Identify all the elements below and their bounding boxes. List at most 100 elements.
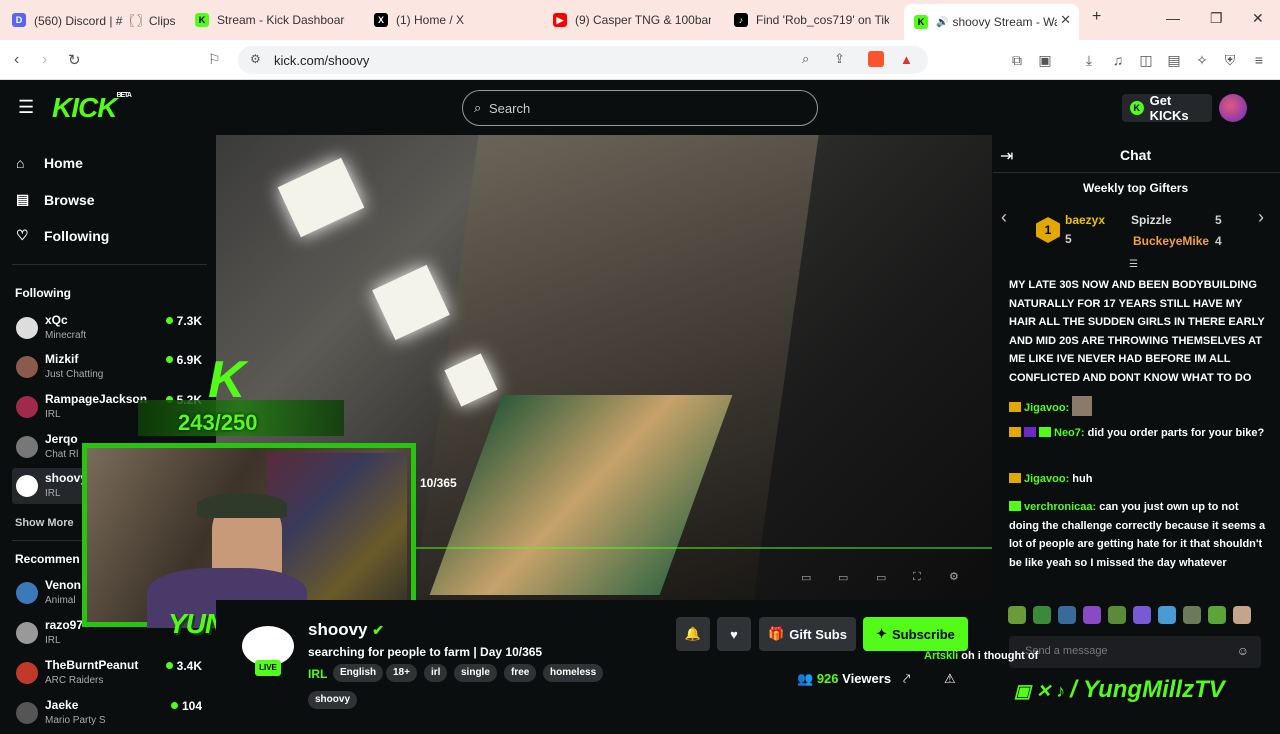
zoom-icon[interactable]: ⌕	[802, 51, 809, 67]
site-info-icon[interactable]: ⚙	[250, 52, 261, 66]
logo-text: KICK	[52, 92, 117, 123]
overlay-text: oh i thought of	[958, 650, 1039, 662]
emote-icon	[1072, 396, 1093, 416]
emote-icon[interactable]	[1033, 606, 1051, 624]
emote-icon[interactable]	[1183, 606, 1201, 624]
brave-shield-icon[interactable]	[868, 51, 884, 67]
emote-icon[interactable]	[1133, 606, 1151, 624]
tab-title: (9) Casper TNG & 100bands	[575, 13, 711, 27]
tag-english[interactable]: English	[333, 664, 384, 682]
url-text[interactable]: kick.com/shoovy	[274, 53, 369, 68]
extensions-icon[interactable]: ⧉	[1009, 52, 1025, 68]
settings-icon[interactable]: ⚙	[949, 570, 959, 583]
get-kicks-label: Get KICKs	[1149, 93, 1189, 123]
bookmark-icon[interactable]: ⚐	[208, 51, 221, 68]
sidebar-channel-theburntpeanut[interactable]: TheBurntPeanut ARC Raiders 3.4K	[16, 658, 206, 694]
follow-button[interactable]: ♥	[717, 617, 751, 651]
tab-manager-icon[interactable]: ▣	[1037, 52, 1053, 68]
sidebar-channel-mizkif[interactable]: Mizkif Just Chatting 6.9K	[16, 352, 206, 388]
wallet-icon[interactable]: ▤	[1166, 52, 1182, 68]
download-icon[interactable]: ⤓	[1081, 52, 1097, 68]
report-icon[interactable]: ⚠	[944, 671, 956, 687]
tag-free[interactable]: free	[504, 664, 537, 682]
nav-browse[interactable]: ▤ Browse	[16, 191, 95, 208]
emote-icon[interactable]	[1008, 606, 1026, 624]
theater-icon[interactable]: ▭	[876, 571, 886, 584]
sidebar-channel-jaeke[interactable]: Jaeke Mario Party S 104	[16, 698, 206, 734]
tab-discord[interactable]: D (560) Discord | #〖 〗Clips	[12, 6, 177, 34]
gifter-name[interactable]: BuckeyeMike	[1133, 234, 1209, 248]
address-bar[interactable]: ⚙ kick.com/shoovy ⌕ ⇪ ▲	[238, 46, 928, 74]
tag-shoovy[interactable]: shoovy	[308, 691, 358, 709]
nav-home[interactable]: ⌂ Home	[16, 155, 83, 171]
close-tab-icon[interactable]: ✕	[1060, 12, 1071, 28]
sidebar-toggle-icon[interactable]: ◫	[1138, 52, 1154, 68]
avatar	[16, 317, 38, 339]
tag-irl[interactable]: irl	[424, 664, 448, 682]
tag-18plus[interactable]: 18+	[386, 664, 417, 682]
back-icon[interactable]: ‹	[14, 51, 19, 69]
user-avatar[interactable]	[1219, 94, 1247, 122]
search-input[interactable]: ⌕ Search	[462, 90, 818, 126]
emote-icon[interactable]	[1108, 606, 1126, 624]
forward-icon[interactable]: ›	[42, 51, 47, 69]
fullscreen-icon[interactable]: ⛶	[913, 571, 921, 584]
gift-subs-button[interactable]: 🎁 Gift Subs	[759, 617, 856, 651]
pip-icon[interactable]: ▭	[801, 571, 811, 584]
menu-icon[interactable]: ≡	[1251, 52, 1267, 68]
chat-username[interactable]: Neo7:	[1054, 427, 1085, 439]
prev-arrow-icon[interactable]: ‹	[1001, 207, 1007, 228]
streamer-name[interactable]: shoovy ✔	[308, 620, 384, 640]
kick-icon: K	[195, 13, 209, 27]
chat-username[interactable]: verchronicaa:	[1024, 501, 1096, 513]
clip-icon[interactable]: ▭	[838, 571, 848, 584]
next-arrow-icon[interactable]: ›	[1258, 207, 1264, 228]
media-icon[interactable]: ♫	[1110, 52, 1126, 68]
share-icon[interactable]: ⇪	[834, 51, 845, 67]
nav-following[interactable]: ♡ Following	[16, 227, 109, 244]
sidebar-channel-xqc[interactable]: xQc Minecraft 7.3K	[16, 313, 206, 349]
reload-icon[interactable]: ↻	[68, 51, 81, 69]
emote-icon[interactable]	[1058, 606, 1076, 624]
tab-tiktok[interactable]: ♪ Find 'Rob_cos719' on TikTok	[734, 6, 889, 34]
notification-bell-button[interactable]: 🔔	[676, 617, 710, 651]
chat-username[interactable]: Jigavoo:	[1024, 473, 1069, 485]
rewards-icon[interactable]: ▲	[900, 52, 913, 67]
pinned-toggle-icon[interactable]: ☰	[1129, 259, 1138, 270]
tab-x[interactable]: X (1) Home / X	[374, 6, 524, 34]
stream-title: searching for people to farm | Day 10/36…	[308, 645, 543, 659]
tab-shoovy[interactable]: K 🔊 shoovy Stream - Watch ✕	[904, 4, 1079, 40]
collapse-chat-icon[interactable]: ⇥	[1000, 146, 1013, 166]
minimize-icon[interactable]: —	[1166, 10, 1180, 26]
chat-input[interactable]: Send a message ☺	[1009, 636, 1261, 668]
hamburger-menu-icon[interactable]: ☰	[18, 97, 34, 118]
tag-single[interactable]: single	[454, 664, 497, 682]
emote-icon[interactable]	[1083, 606, 1101, 624]
emote-icon[interactable]	[1158, 606, 1176, 624]
kick-logo[interactable]: KICKBETA	[52, 92, 132, 124]
close-window-icon[interactable]: ✕	[1252, 10, 1264, 27]
subscribe-button[interactable]: ✦ Subscribe	[863, 617, 968, 651]
vpn-icon[interactable]: ⛨	[1222, 52, 1238, 68]
channel-name: Jaeke	[45, 698, 79, 712]
tab-title: (560) Discord | #〖 〗Clips	[34, 13, 176, 28]
share-icon[interactable]: ⤤	[903, 671, 910, 687]
emoji-icon[interactable]: ☺	[1237, 644, 1249, 658]
tag-homeless[interactable]: homeless	[543, 664, 604, 682]
ai-icon[interactable]: ✧	[1194, 52, 1210, 68]
tab-kick-dashboard[interactable]: K Stream - Kick Dashboard	[195, 6, 345, 34]
badge-icon	[1009, 427, 1021, 437]
gifter-name[interactable]: baezyx	[1065, 213, 1105, 227]
chat-username[interactable]: Jigavoo:	[1024, 402, 1069, 414]
emote-icon[interactable]	[1233, 606, 1251, 624]
get-kicks-button[interactable]: K Get KICKs	[1122, 93, 1212, 123]
stream-category[interactable]: IRL	[308, 667, 327, 681]
tab-youtube[interactable]: ▶ (9) Casper TNG & 100bands	[553, 6, 711, 34]
gifter-name[interactable]: Spizzle	[1131, 213, 1172, 227]
emote-icon[interactable]	[1208, 606, 1226, 624]
restore-icon[interactable]: ❐	[1210, 10, 1223, 27]
browse-icon: ▤	[16, 191, 30, 207]
new-tab-icon[interactable]: +	[1092, 8, 1101, 26]
show-more-button[interactable]: Show More	[15, 517, 74, 529]
avatar	[16, 622, 38, 644]
